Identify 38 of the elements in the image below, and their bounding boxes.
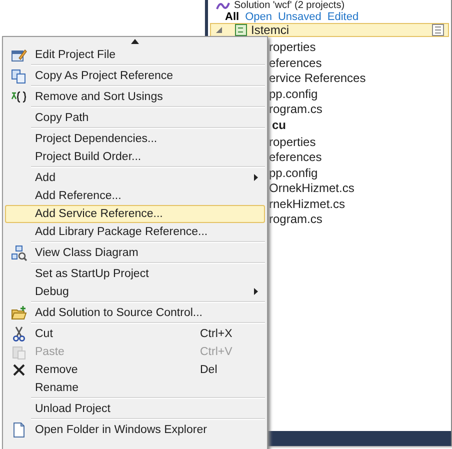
clipboard-icon: [11, 344, 27, 360]
close-icon: [11, 362, 27, 378]
menu-item[interactable]: Set as StartUp Project: [5, 265, 265, 283]
edit-file-icon: [11, 47, 27, 63]
menu-item[interactable]: Project Build Order...: [5, 148, 265, 166]
scroll-up-icon[interactable]: [131, 39, 139, 44]
scissors-icon: [11, 326, 27, 342]
expand-arrow-icon[interactable]: [215, 26, 223, 34]
properties-icon[interactable]: [432, 24, 444, 36]
menu-item[interactable]: Project Dependencies...: [5, 130, 265, 148]
filter-link[interactable]: All: [225, 11, 240, 23]
menu-item[interactable]: Remove and Sort Usings: [5, 88, 265, 106]
menu-item[interactable]: Add: [5, 169, 265, 187]
folder-icon: [11, 305, 27, 321]
menu-item[interactable]: Edit Project File: [5, 46, 265, 64]
filter-link[interactable]: Open: [245, 11, 272, 23]
document-icon: [11, 422, 27, 438]
diagram-icon: [11, 245, 27, 261]
menu-item[interactable]: Open Folder in Windows Explorer: [5, 421, 265, 439]
copy-icon: [11, 68, 27, 84]
menu-item[interactable]: Debug: [5, 283, 265, 301]
braces-icon: [11, 89, 27, 105]
menu-item[interactable]: Remove Del: [5, 361, 265, 379]
menu-item[interactable]: Add Solution to Source Control...: [5, 304, 265, 322]
menu-item[interactable]: Copy Path: [5, 109, 265, 127]
solution-icon: [216, 0, 230, 10]
menu-item[interactable]: Add Reference...: [5, 187, 265, 205]
menu-item[interactable]: Copy As Project Reference: [5, 67, 265, 85]
project-row[interactable]: Istemci: [210, 23, 449, 37]
menu-item[interactable]: Cut Ctrl+X: [5, 325, 265, 343]
filter-link[interactable]: Unsaved: [278, 11, 322, 23]
solution-title: Solution 'wcf' (2 projects): [234, 0, 345, 11]
menu-item[interactable]: Rename: [5, 379, 265, 397]
menu-item[interactable]: Add Library Package Reference...: [5, 223, 265, 241]
menu-item[interactable]: Unload Project: [5, 400, 265, 418]
menu-item[interactable]: View Class Diagram: [5, 244, 265, 262]
menu-item[interactable]: Add Service Reference...: [5, 205, 265, 223]
filter-link[interactable]: Edited: [327, 11, 359, 23]
